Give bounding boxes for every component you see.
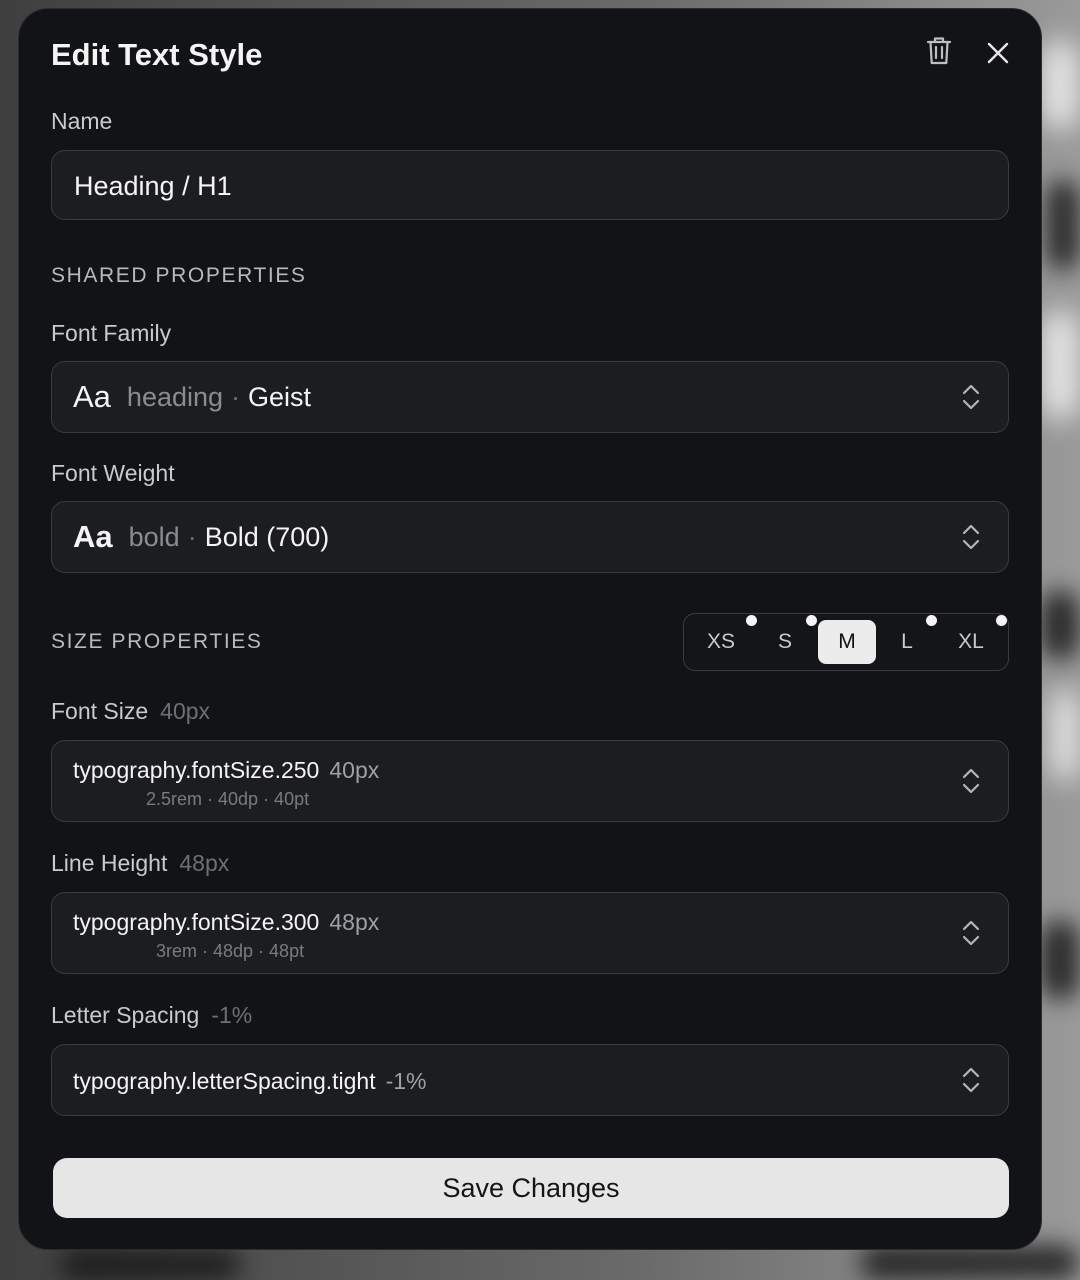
backdrop-shape: [60, 1250, 240, 1280]
font-size-value: 40px: [329, 757, 380, 783]
edit-text-style-dialog: Edit Text Style Name SHARED PROPERTIES F…: [18, 8, 1042, 1250]
backdrop-shape: [1046, 180, 1080, 270]
backdrop-shape: [1050, 690, 1080, 780]
line-height-select[interactable]: typography.fontSize.300 48px 3rem · 48dp …: [51, 892, 1009, 974]
indicator-dot: [926, 615, 937, 626]
indicator-dot: [806, 615, 817, 626]
font-size-label-text: Font Size: [51, 698, 149, 724]
line-height-label-text: Line Height: [51, 850, 168, 876]
font-weight-token: bold: [128, 521, 180, 552]
size-option-l[interactable]: L: [880, 620, 934, 664]
chevron-up-down-icon: [962, 384, 980, 410]
letter-spacing-value: -1%: [385, 1068, 427, 1094]
font-weight-value: Bold (700): [204, 521, 330, 552]
size-properties-heading: SIZE PROPERTIES: [51, 630, 263, 653]
line-height-value: 48px: [329, 909, 380, 935]
line-height-token: typography.fontSize.300: [73, 909, 320, 935]
font-size-select[interactable]: typography.fontSize.250 40px 2.5rem · 40d…: [51, 740, 1009, 822]
indicator-dot: [996, 615, 1007, 626]
font-weight-label: Font Weight: [51, 460, 175, 486]
delete-button[interactable]: [919, 31, 959, 71]
name-field: [51, 150, 1009, 221]
size-option-xs[interactable]: XS: [694, 620, 748, 664]
chevron-up-down-icon: [962, 920, 980, 946]
chevron-up-down-icon: [962, 1067, 980, 1093]
backdrop-shape: [860, 1245, 1080, 1280]
separator: ·: [231, 381, 241, 412]
line-height-label: Line Height 48px: [51, 850, 229, 877]
font-preview: Aa: [73, 519, 113, 554]
letter-spacing-select[interactable]: typography.letterSpacing.tight -1%: [51, 1044, 1009, 1116]
line-height-meta: 48px: [179, 850, 230, 876]
name-input[interactable]: [72, 151, 976, 221]
letter-spacing-label: Letter Spacing -1%: [51, 1002, 252, 1029]
close-button[interactable]: [978, 33, 1018, 73]
chevron-up-down-icon: [962, 768, 980, 794]
size-option-xl[interactable]: XL: [942, 620, 1000, 664]
name-label: Name: [51, 108, 113, 134]
size-selector: XS S M L XL: [683, 613, 1009, 671]
size-option-m[interactable]: M: [818, 620, 876, 664]
letter-spacing-meta: -1%: [211, 1002, 253, 1028]
font-size-token: typography.fontSize.250: [73, 757, 320, 783]
backdrop-shape: [1040, 310, 1080, 420]
backdrop-shape: [1040, 590, 1080, 660]
shared-properties-heading: SHARED PROPERTIES: [51, 264, 307, 287]
letter-spacing-token: typography.letterSpacing.tight: [73, 1068, 376, 1094]
font-family-token: heading: [126, 381, 224, 412]
chevron-up-down-icon: [962, 524, 980, 550]
close-icon: [987, 42, 1009, 64]
font-family-value: Geist: [248, 381, 312, 412]
size-option-s[interactable]: S: [758, 620, 812, 664]
font-size-conversions: 2.5rem · 40dp · 40pt: [146, 789, 310, 809]
font-family-label: Font Family: [51, 320, 172, 346]
separator: ·: [187, 521, 197, 552]
line-height-conversions: 3rem · 48dp · 48pt: [156, 941, 305, 961]
backdrop-shape: [1040, 40, 1080, 130]
trash-icon: [926, 37, 952, 65]
save-changes-button[interactable]: Save Changes: [53, 1158, 1009, 1218]
font-family-select[interactable]: Aa heading · Geist: [51, 361, 1009, 433]
letter-spacing-label-text: Letter Spacing: [51, 1002, 200, 1028]
font-weight-select[interactable]: Aa bold · Bold (700): [51, 501, 1009, 573]
font-size-label: Font Size 40px: [51, 698, 210, 725]
font-size-meta: 40px: [160, 698, 211, 724]
font-preview: Aa: [73, 379, 111, 414]
dialog-title: Edit Text Style: [51, 37, 263, 72]
backdrop-shape: [1040, 920, 1080, 1000]
indicator-dot: [746, 615, 757, 626]
